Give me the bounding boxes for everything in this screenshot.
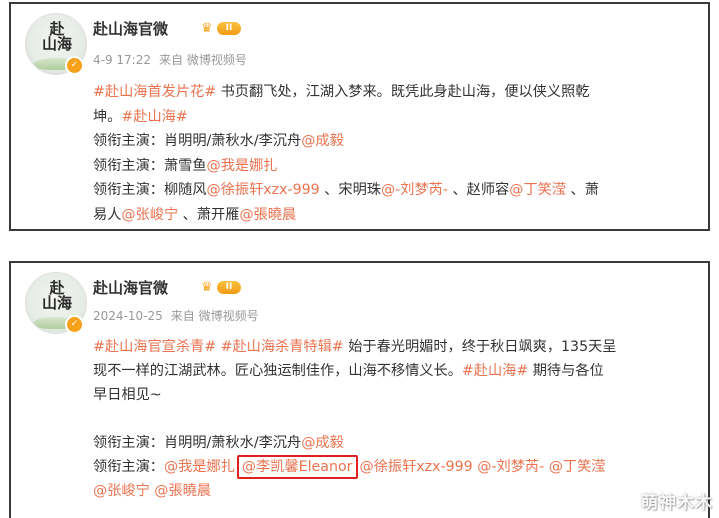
cast-line: 领衔主演：萧雪鱼@我是娜扎 [93,154,703,179]
post-source: 来自 微博视频号 [170,309,259,323]
post-source: 来自 微博视频号 [159,53,247,67]
vip-level-badge[interactable]: II [217,22,241,35]
body-text: 、赵师容 [447,182,510,198]
body-line: 现不一样的江湖武林。匠心独运制佳作，山海不移情义长。#赴山海# 期待与各位 [93,359,703,383]
cast-label: 领衔主演：萧雪鱼 [93,157,207,174]
post-body: #赴山海首发片花# 书页翻飞处，江湖入梦来。既凭此身赴山海，便以侠义照乾 坤。#… [93,80,703,227]
mention-link[interactable]: @徐振轩xzx-999 [207,182,320,198]
verified-badge-icon: ✓ [65,56,84,75]
cast-label: 领衔主演：肖明明/萧秋水/李沉舟 [93,133,302,149]
cast-line: 领衔主演：肖明明/萧秋水/李沉舟@成毅 [93,431,703,455]
body-line: #赴山海首发片花# 书页翻飞处，江湖入梦来。既凭此身赴山海，便以侠义照乾 [93,80,703,105]
account-name[interactable]: 赴山海官微 [93,277,168,298]
body-text: 书页翻飞处，江湖入梦来。既凭此身赴山海，便以侠义照乾 [216,84,590,100]
body-text: 期待与各位 [528,363,604,379]
body-text: 、萧开雁 [178,206,240,223]
body-text: 坤。 [93,108,122,125]
post-body: #赴山海官宣杀青# #赴山海杀青特辑# 始于春光明媚时，终于秋日飒爽，135天呈… [93,335,703,503]
post-timestamp[interactable]: 2024-10-25 [93,309,163,323]
mention-link[interactable]: @-刘梦芮- [381,182,448,198]
cast-label: 领衔主演：柳随风 [93,182,207,198]
mention-link[interactable]: @張曉晨 [239,207,296,223]
post-meta: 2024-10-25 来自 微博视频号 [93,307,267,324]
body-text: 始于春光明媚时，终于秋日飒爽，135天呈 [343,339,617,355]
avatar-calligraphy-logo: 赴山海 [41,279,72,312]
mention-link[interactable]: @我是娜扎 [207,158,278,174]
body-line: 早日相见~ [93,383,703,407]
vip-level-badge[interactable]: II [217,281,241,294]
mention-link[interactable]: @我是娜扎 [164,459,235,475]
body-text: 现不一样的江湖武林。匠心独运制佳作，山海不移情义长。 [93,363,462,379]
post-meta: 4-9 17:22 来自 微博视频号 [93,51,255,68]
hashtag-link[interactable]: #赴山海杀青特辑# [216,339,344,355]
mention-link[interactable]: @張曉晨 [154,483,211,499]
verified-badge-icon: ✓ [65,315,84,334]
weibo-post-1: 赴山海 ✓ 赴山海官微 ♛ II 4-9 17:22 来自 微博视频号 #赴山海首… [9,2,710,231]
weibo-post-2: 赴山海 ✓ 赴山海官微 ♛ II 2024-10-25 来自 微博视频号 #赴山海… [9,261,710,518]
body-text: 早日相见~ [93,387,162,403]
mention-link[interactable]: @成毅 [301,133,344,149]
body-text: 、萧 [566,182,599,198]
crown-icon: ♛ [201,280,213,295]
crown-icon: ♛ [201,21,213,36]
body-text: 、宋明珠 [319,182,381,198]
post-timestamp[interactable]: 4-9 17:22 [93,53,151,67]
hashtag-link[interactable]: #赴山海官宣杀青# [93,339,216,355]
cast-line: @张峻宁 @張曉晨 [93,479,703,503]
cast-line: 领衔主演：肖明明/萧秋水/李沉舟@成毅 [93,129,703,154]
cast-line: 领衔主演：@我是娜扎 @李凯馨Eleanor @徐振轩xzx-999 @-刘梦芮- … [93,455,703,479]
hashtag-link[interactable]: #赴山海首发片花# [93,84,216,100]
watermark: 萌神木木 [641,493,713,513]
cast-label: 领衔主演： [93,459,164,475]
mention-link[interactable]: @丁笑滢 [549,459,606,475]
account-name[interactable]: 赴山海官微 [93,18,168,39]
mention-link[interactable]: @成毅 [301,435,344,451]
highlighted-mention-link[interactable]: @李凯馨Eleanor [236,455,358,479]
mention-link[interactable]: @-刘梦芮- [477,459,544,475]
mention-link[interactable]: @徐振轩xzx-999 [360,459,473,475]
hashtag-link[interactable]: #赴山海# [121,109,187,125]
body-text: 易人 [93,206,122,223]
mention-link[interactable]: @丁笑滢 [509,182,566,198]
cast-line: 领衔主演：柳随风@徐振轩xzx-999 、宋明珠@-刘梦芮- 、赵师容@丁笑滢 … [93,178,703,203]
mention-link[interactable]: @张峻宁 [93,483,150,499]
body-line: #赴山海官宣杀青# #赴山海杀青特辑# 始于春光明媚时，终于秋日飒爽，135天呈 [93,335,703,359]
cast-label: 领衔主演：肖明明/萧秋水/李沉舟 [93,435,302,451]
avatar-calligraphy-logo: 赴山海 [41,20,72,53]
body-line: 坤。#赴山海# [93,105,703,130]
hashtag-link[interactable]: #赴山海# [462,363,528,379]
mention-link[interactable]: @张峻宁 [121,207,178,223]
cast-line: 易人@张峻宁 、萧开雁@張曉晨 [93,203,703,228]
